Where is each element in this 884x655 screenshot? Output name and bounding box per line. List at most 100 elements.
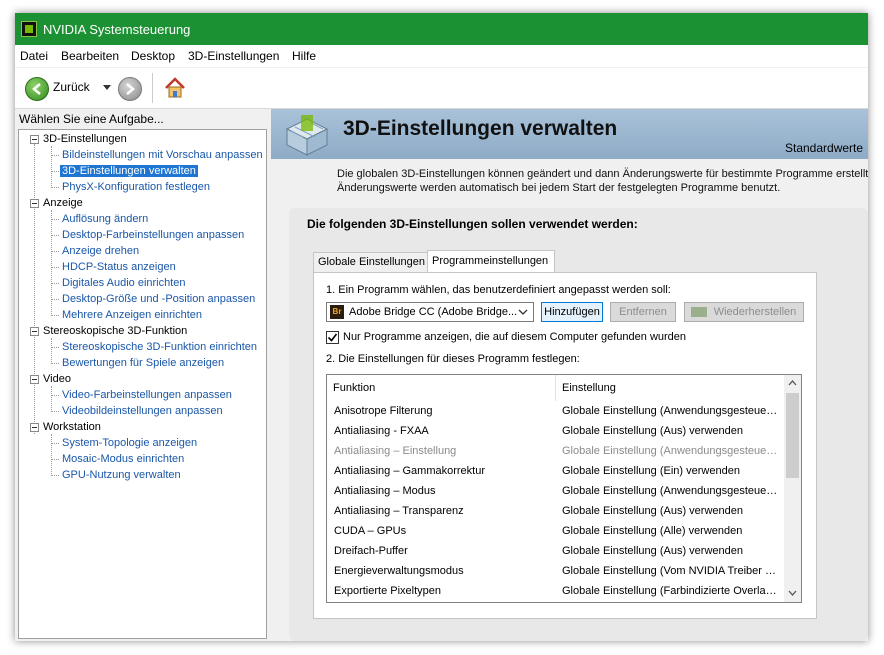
row-setting[interactable]: Globale Einstellung (Aus) verwenden <box>562 505 778 517</box>
menu-3d-einstellungen[interactable]: 3D-Einstellungen <box>188 49 279 63</box>
row-setting[interactable]: Globale Einstellung (Anwendungsgesteuer.… <box>562 485 778 497</box>
scroll-up-icon[interactable] <box>788 380 797 386</box>
add-program-button[interactable]: Hinzufügen <box>541 302 603 322</box>
tree-item-3d-verwalten[interactable]: 3D-Einstellungen verwalten <box>60 165 198 177</box>
row-setting[interactable]: Globale Einstellung (Anwendungsgesteuer.… <box>562 445 778 457</box>
column-header-einstellung[interactable]: Einstellung <box>555 375 785 401</box>
tab-programmeinstellungen[interactable]: Programmeinstellungen <box>427 250 555 273</box>
task-pane-header: Wählen Sie eine Aufgabe... <box>19 112 164 126</box>
restore-program-button[interactable]: Wiederherstellen <box>684 302 804 322</box>
row-setting[interactable]: Globale Einstellung (Ein) verwenden <box>562 465 778 477</box>
step2-label: 2. Die Einstellungen für dieses Programm… <box>326 353 580 365</box>
menu-datei[interactable]: Datei <box>20 49 48 63</box>
column-header-funktion[interactable]: Funktion <box>327 375 555 401</box>
history-dropdown-icon[interactable] <box>103 85 111 90</box>
restore-program-label: Wiederherstellen <box>713 306 797 318</box>
menu-desktop[interactable]: Desktop <box>131 49 175 63</box>
row-setting[interactable]: Globale Einstellung (Anwendungsgesteuer.… <box>562 405 778 417</box>
content-pane: 3D-Einstellungen verwalten Standardwerte… <box>271 109 868 641</box>
table-row[interactable]: Antialiasing – Einstellung Globale Einste… <box>327 442 785 462</box>
task-pane: Wählen Sie eine Aufgabe... 3D-Einstellun… <box>15 109 269 641</box>
found-programs-checkbox[interactable] <box>326 331 339 344</box>
table-row[interactable]: Antialiasing - FXAA Globale Einstellung (… <box>327 422 785 442</box>
home-icon[interactable] <box>163 76 187 100</box>
table-row[interactable]: Antialiasing – Gammakorrektur Globale Ein… <box>327 462 785 482</box>
row-setting[interactable]: Globale Einstellung (Farbindizierte Over… <box>562 585 778 597</box>
table-row[interactable]: Exportierte Pixeltypen Globale Einstellun… <box>327 582 785 602</box>
row-feature: CUDA – GPUs <box>334 525 407 537</box>
tree-item-digitales-audio[interactable]: Digitales Audio einrichten <box>60 277 188 289</box>
settings-table: Funktion Einstellung Anisotrope Filterun… <box>326 374 802 603</box>
row-feature: Antialiasing – Modus <box>334 485 436 497</box>
row-setting[interactable]: Globale Einstellung (Alle) verwenden <box>562 525 778 537</box>
tree-item-bewertungen[interactable]: Bewertungen für Spiele anzeigen <box>60 357 226 369</box>
remove-program-button[interactable]: Entfernen <box>610 302 676 322</box>
tree-item-desktop-farbe[interactable]: Desktop-Farbeinstellungen anpassen <box>60 229 246 241</box>
nvidia-logo-icon <box>691 307 707 317</box>
row-feature: Exportierte Pixeltypen <box>334 585 441 597</box>
row-setting[interactable]: Globale Einstellung (Aus) verwenden <box>562 425 778 437</box>
adobe-bridge-icon: Br <box>330 305 344 319</box>
scroll-down-icon[interactable] <box>788 590 797 596</box>
tree-item-stereo-einrichten[interactable]: Stereoskopische 3D-Funktion einrichten <box>60 341 259 353</box>
step1-label: 1. Ein Programm wählen, das benutzerdefi… <box>326 284 671 296</box>
table-row[interactable]: Energieverwaltungsmodus Globale Einstellu… <box>327 562 785 582</box>
back-button[interactable] <box>25 77 49 101</box>
menu-bar: Datei Bearbeiten Desktop 3D-Einstellunge… <box>15 45 868 67</box>
tree-item-topologie[interactable]: System-Topologie anzeigen <box>60 437 199 449</box>
collapse-stereo-icon[interactable] <box>30 327 39 336</box>
tree-item-physx[interactable]: PhysX-Konfiguration festlegen <box>60 181 212 193</box>
tree-item-mehrere-anzeigen[interactable]: Mehrere Anzeigen einrichten <box>60 309 204 321</box>
row-feature: Dreifach-Puffer <box>334 545 408 557</box>
back-label[interactable]: Zurück <box>53 80 90 94</box>
menu-hilfe[interactable]: Hilfe <box>292 49 316 63</box>
tree-category-stereo[interactable]: Stereoskopische 3D-Funktion <box>43 325 187 337</box>
tree-category-3d[interactable]: 3D-Einstellungen <box>43 133 127 145</box>
tab-globale-einstellungen[interactable]: Globale Einstellungen <box>313 252 431 272</box>
description-line-2: Änderungswerte werden automatisch bei je… <box>337 182 781 194</box>
tree-item-gpu-nutzung[interactable]: GPU-Nutzung verwalten <box>60 469 183 481</box>
program-settings-panel: 1. Ein Programm wählen, das benutzerdefi… <box>313 272 817 619</box>
table-row[interactable]: Antialiasing – Modus Globale Einstellung … <box>327 482 785 502</box>
settings-group: Die folgenden 3D-Einstellungen sollen ve… <box>289 208 868 641</box>
collapse-video-icon[interactable] <box>30 375 39 384</box>
row-setting[interactable]: Globale Einstellung (Vom NVIDIA Treiber … <box>562 565 778 577</box>
table-row[interactable]: Antialiasing – Transparenz Globale Einste… <box>327 502 785 522</box>
collapse-3d-icon[interactable] <box>30 135 39 144</box>
title-bar[interactable]: NVIDIA Systemsteuerung <box>15 13 868 45</box>
tree-item-aufloesung[interactable]: Auflösung ändern <box>60 213 150 225</box>
description-line-1: Die globalen 3D-Einstellungen können geä… <box>337 168 868 180</box>
restore-defaults-link[interactable]: Standardwerte <box>785 141 863 155</box>
tree-category-workstation[interactable]: Workstation <box>43 421 101 433</box>
group-title: Die folgenden 3D-Einstellungen sollen ve… <box>307 217 638 231</box>
chevron-down-icon <box>518 309 528 315</box>
tree-item-video-farbe[interactable]: Video-Farbeinstellungen anpassen <box>60 389 234 401</box>
collapse-workstation-icon[interactable] <box>30 423 39 432</box>
tree-item-bildeinstellungen[interactable]: Bildeinstellungen mit Vorschau anpassen <box>60 149 265 161</box>
tree-item-mosaic[interactable]: Mosaic-Modus einrichten <box>60 453 186 465</box>
checkmark-icon <box>327 333 338 342</box>
found-programs-label[interactable]: Nur Programme anzeigen, die auf diesem C… <box>343 331 686 343</box>
program-select[interactable]: Br Adobe Bridge CC (Adobe Bridge... <box>326 302 534 322</box>
page-title: 3D-Einstellungen verwalten <box>343 117 618 140</box>
row-feature: Antialiasing – Transparenz <box>334 505 464 517</box>
tree-item-hdcp[interactable]: HDCP-Status anzeigen <box>60 261 178 273</box>
tree-item-desktop-groesse[interactable]: Desktop-Größe und -Position anpassen <box>60 293 257 305</box>
tree-item-anzeige-drehen[interactable]: Anzeige drehen <box>60 245 141 257</box>
tree-item-videobild[interactable]: Videobildeinstellungen anpassen <box>60 405 225 417</box>
table-scrollbar[interactable] <box>784 375 801 602</box>
collapse-anzeige-icon[interactable] <box>30 199 39 208</box>
arrow-left-icon <box>32 83 41 95</box>
table-row[interactable]: CUDA – GPUs Globale Einstellung (Alle) ve… <box>327 522 785 542</box>
tree-category-video[interactable]: Video <box>43 373 71 385</box>
tree-category-anzeige[interactable]: Anzeige <box>43 197 83 209</box>
row-setting[interactable]: Globale Einstellung (Aus) verwenden <box>562 545 778 557</box>
menu-bearbeiten[interactable]: Bearbeiten <box>61 49 119 63</box>
scrollbar-thumb[interactable] <box>786 393 799 478</box>
table-row[interactable]: Anisotrope Filterung Globale Einstellung … <box>327 402 785 422</box>
table-row[interactable]: Dreifach-Puffer Globale Einstellung (Aus)… <box>327 542 785 562</box>
toolbar-separator <box>152 73 153 103</box>
forward-button[interactable] <box>118 77 142 101</box>
task-tree: 3D-Einstellungen Bildeinstellungen mit V… <box>18 129 267 639</box>
nvidia-control-panel-window: NVIDIA Systemsteuerung Datei Bearbeiten … <box>15 13 868 641</box>
